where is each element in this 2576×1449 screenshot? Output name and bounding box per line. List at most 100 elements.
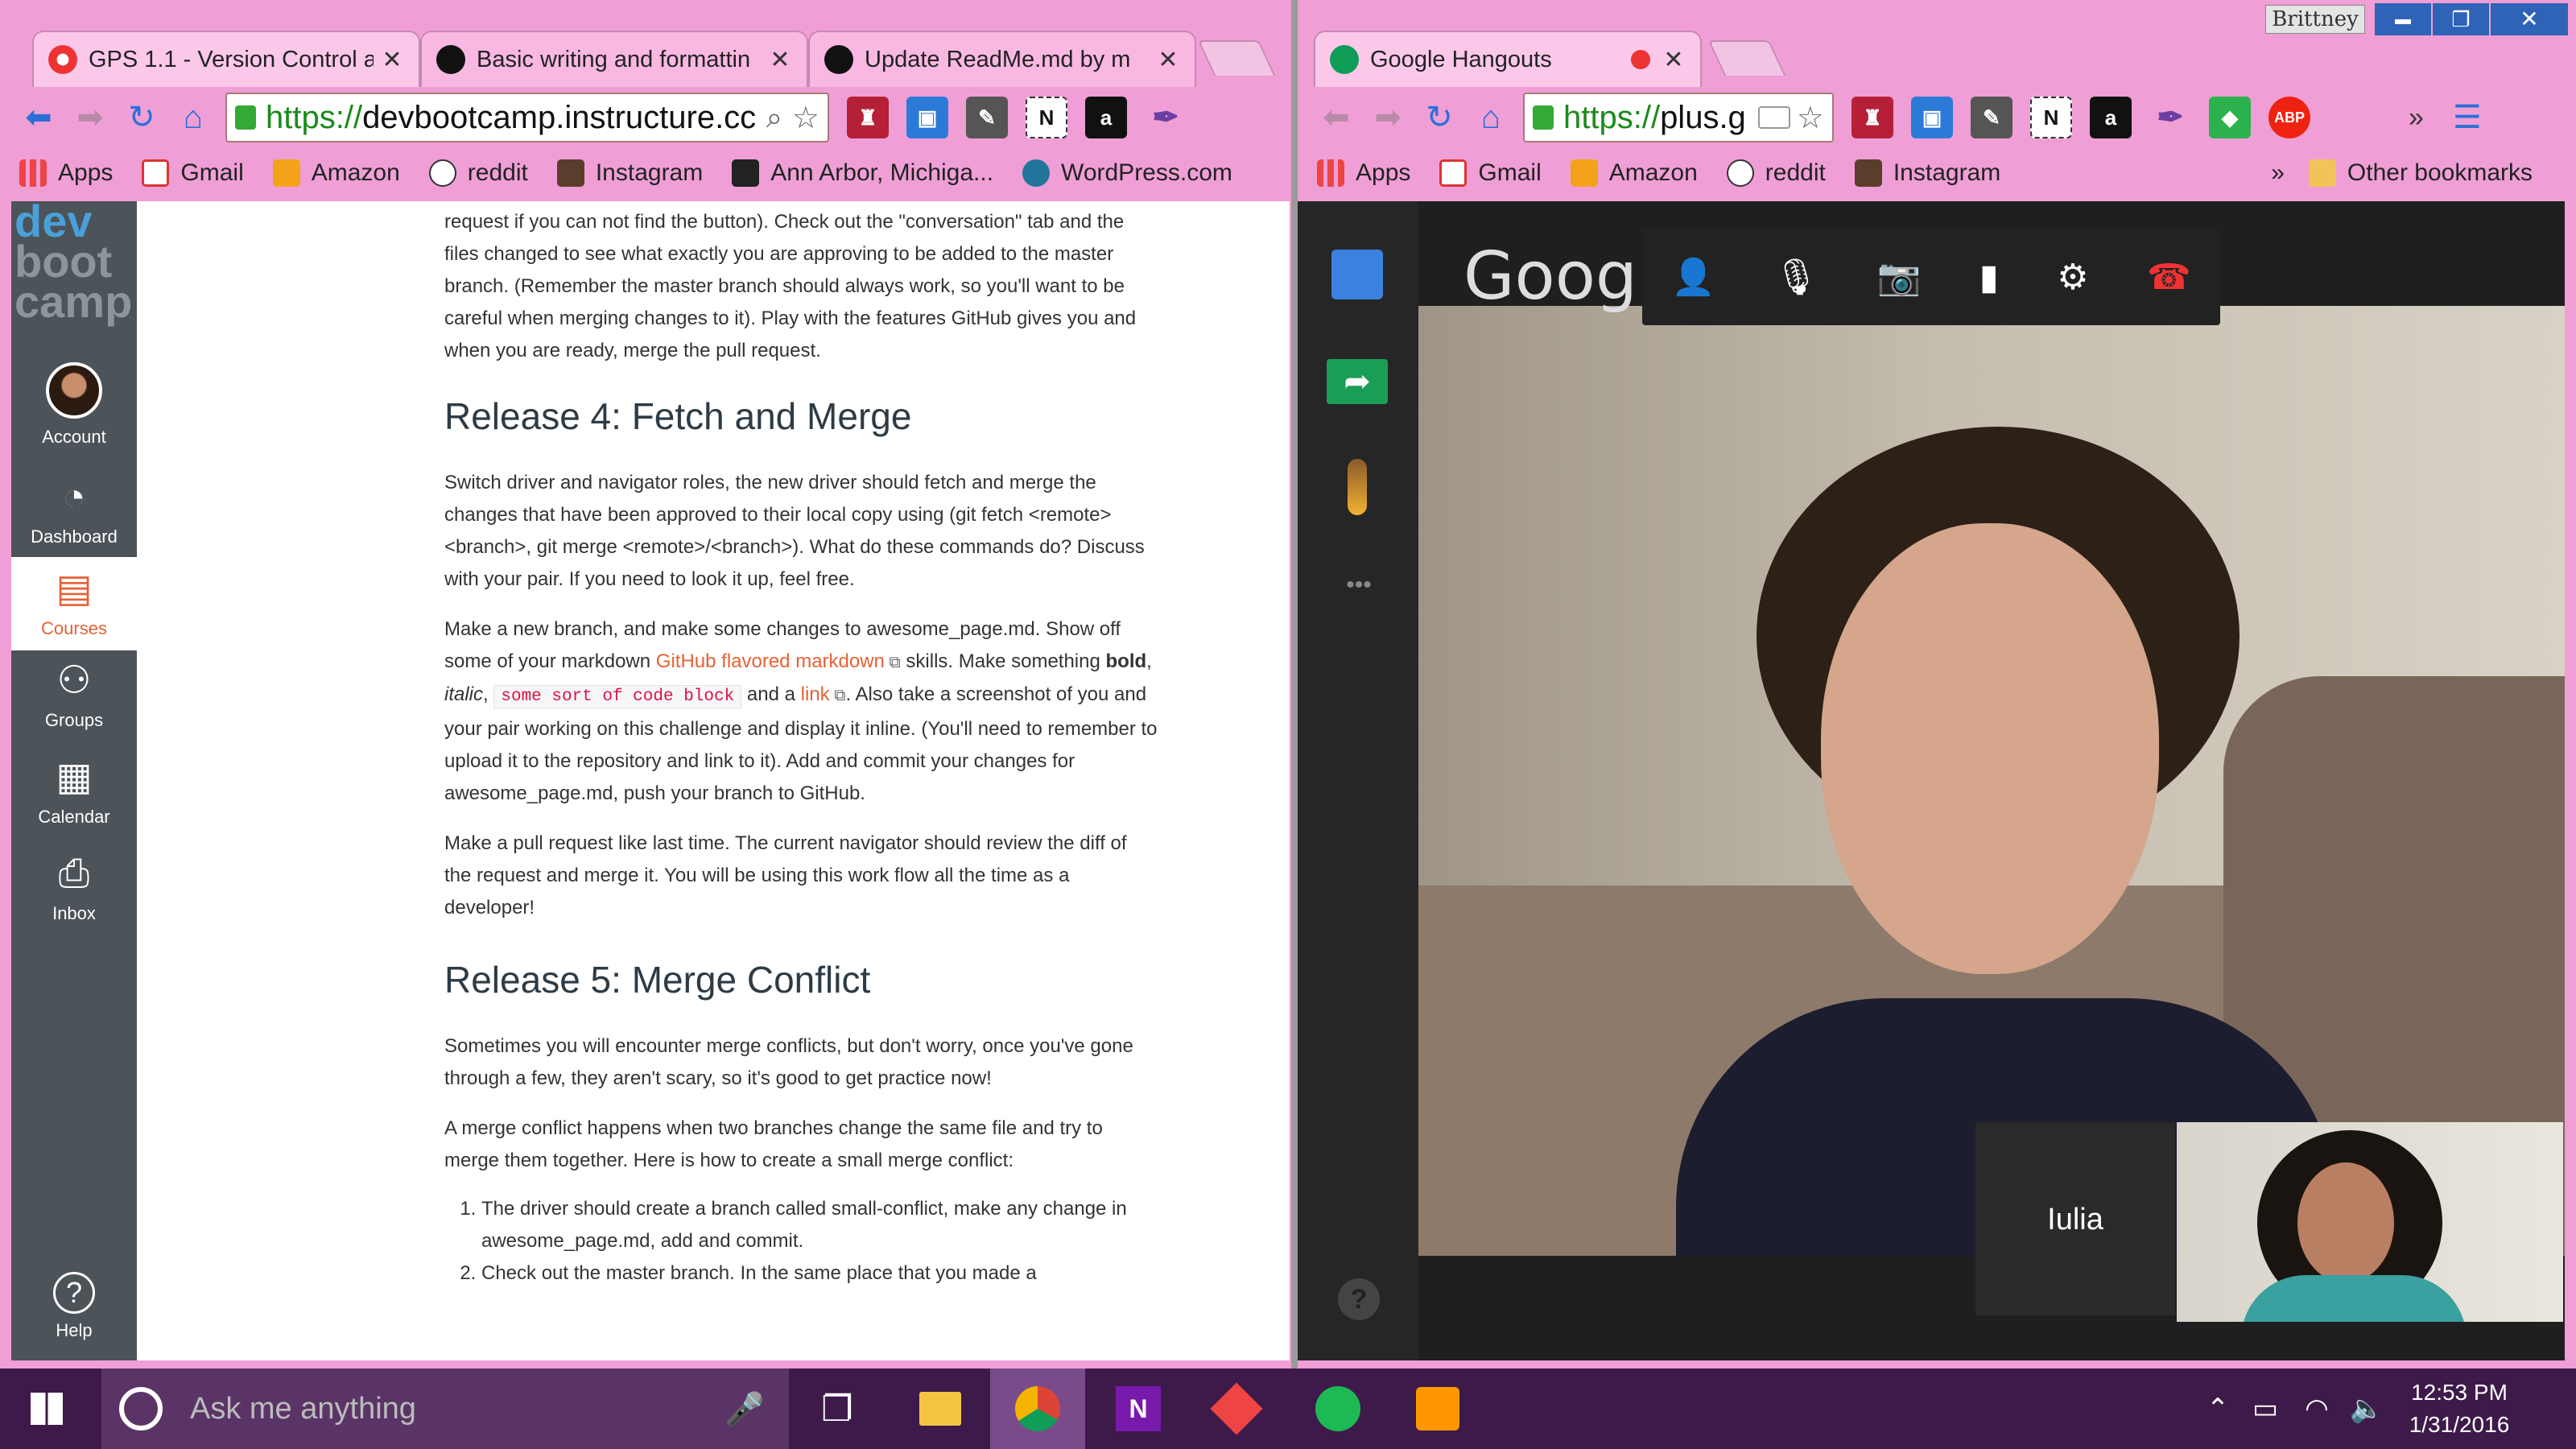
reload-icon[interactable]: ↻ [1420, 98, 1459, 137]
star-icon[interactable]: ☆ [792, 100, 819, 136]
home-icon[interactable]: ⌂ [174, 98, 213, 137]
windows-taskbar: Ask me anything 🎤 ❐ N ⌃ ▭ ◠ 🔈 12:53 PM 1… [0, 1368, 2576, 1449]
instagram-icon [1854, 159, 1882, 187]
home-icon[interactable]: ⌂ [1472, 98, 1510, 137]
task-view-icon[interactable]: ❐ [808, 1368, 866, 1449]
camera-indicator-icon[interactable] [1757, 106, 1790, 129]
spotify-icon[interactable] [1306, 1368, 1370, 1449]
amazon-ext-icon[interactable]: a [1085, 97, 1127, 138]
bookmark-wordpress[interactable]: WordPress.com [1022, 159, 1232, 187]
onenote-ext-icon[interactable]: N [2030, 97, 2072, 138]
back-icon[interactable]: ⬅ [19, 98, 58, 137]
new-tab-button[interactable] [1197, 40, 1276, 76]
devbootcamp-logo[interactable]: dev boot camp [11, 199, 137, 324]
close-tab-icon[interactable]: ✕ [380, 46, 404, 74]
mute-microphone-icon[interactable]: 🎙 [1773, 256, 1818, 298]
search-icon[interactable]: ⌕ [766, 101, 782, 135]
chat-icon[interactable] [1331, 250, 1383, 299]
address-bar[interactable]: https:// devbootcamp.instructure.cc ⌕ ☆ [225, 93, 829, 142]
bookmarks-overflow[interactable]: » [2271, 159, 2285, 187]
chrome-menu-icon[interactable]: ☰ [2453, 99, 2482, 136]
bookmark-apps[interactable]: Apps [1317, 159, 1410, 187]
bookmark-gmail[interactable]: Gmail [142, 159, 244, 187]
bookmark-instagram[interactable]: Instagram [556, 159, 703, 187]
bookmark-other[interactable]: Other bookmarks [2308, 159, 2533, 187]
nav-help[interactable]: ? Help [11, 1272, 137, 1341]
new-tab-button[interactable] [1707, 40, 1786, 76]
bookmark-amazon[interactable]: Amazon [272, 159, 400, 187]
bookmark-amazon[interactable]: Amazon [1570, 159, 1698, 187]
nav-groups[interactable]: ⚇ Groups [11, 658, 137, 731]
feedly-ext-icon[interactable]: ◆ [2209, 97, 2251, 138]
bookmark-apps[interactable]: Apps [19, 159, 113, 187]
participant-tile[interactable]: Iulia [1975, 1122, 2175, 1315]
close-tab-icon[interactable]: ✕ [1156, 46, 1180, 74]
screenshare-icon[interactable]: ➦ [1327, 359, 1388, 404]
nav-calendar[interactable]: ▦ Calendar [11, 755, 137, 828]
invite-people-icon[interactable]: 👤 [1671, 256, 1715, 298]
calendar-icon: ▦ [56, 756, 93, 799]
show-hidden-icons[interactable]: ⌃ [2198, 1368, 2238, 1449]
reddit-icon [1726, 159, 1754, 187]
amazon-icon [272, 159, 300, 187]
window-ext-icon[interactable]: ▣ [906, 97, 948, 138]
call-controls: 👤 🎙 📷 ▮ ⚙ ☎ [1642, 229, 2220, 325]
close-tab-icon[interactable]: ✕ [768, 46, 792, 74]
bookmark-reddit[interactable]: reddit [428, 159, 528, 187]
bookmark-reddit[interactable]: reddit [1726, 159, 1826, 187]
sublime-text-icon[interactable] [1406, 1368, 1470, 1449]
forward-icon[interactable]: ➡ [1368, 98, 1407, 137]
more-apps-icon[interactable]: ••• [1327, 572, 1391, 599]
nav-account[interactable]: Account [11, 362, 137, 448]
tab-basic-writing[interactable]: Basic writing and formattin ✕ [420, 31, 808, 87]
link-link[interactable]: link [801, 683, 830, 705]
end-call-icon[interactable]: ☎ [2147, 257, 2191, 298]
tab-google-hangouts[interactable]: Google Hangouts ✕ [1314, 31, 1702, 87]
tab-update-readme[interactable]: Update ReadMe.md by m ✕ [808, 31, 1196, 87]
evernote-ext-icon[interactable]: ✎ [1971, 97, 2013, 138]
star-icon[interactable]: ☆ [1797, 100, 1824, 136]
nav-courses[interactable]: ▤ Courses [11, 557, 137, 650]
nav-inbox[interactable]: ⎙ Inbox [11, 852, 137, 924]
tab-gps-version-control[interactable]: GPS 1.1 - Version Control a ✕ [32, 31, 420, 87]
volume-icon[interactable]: 🔈 [2344, 1368, 2389, 1449]
cortana-search[interactable]: Ask me anything 🎤 [101, 1368, 789, 1449]
apps-grid-icon [19, 159, 47, 187]
effects-icon[interactable] [1348, 459, 1367, 515]
bookmark-ann-arbor[interactable]: Ann Arbor, Michiga... [732, 159, 993, 187]
back-icon[interactable]: ⬅ [1317, 98, 1356, 137]
adblock-ext-icon[interactable]: ABP [2268, 97, 2310, 138]
eyedropper-ext-icon[interactable]: ✒ [1145, 97, 1187, 138]
nav-dashboard[interactable]: ◔ Dashboard [11, 475, 137, 547]
self-view[interactable] [2177, 1122, 2563, 1322]
amazon-ext-icon[interactable]: a [2090, 97, 2132, 138]
pocket-ext-icon[interactable]: ♜ [1852, 97, 1893, 138]
settings-gear-icon[interactable]: ⚙ [2057, 257, 2088, 298]
tab-title: Update ReadMe.md by m [865, 46, 1131, 72]
bookmark-gmail[interactable]: Gmail [1439, 159, 1542, 187]
chrome-taskbar-icon[interactable] [990, 1368, 1085, 1449]
window-ext-icon[interactable]: ▣ [1911, 97, 1953, 138]
onenote-ext-icon[interactable]: N [1026, 97, 1067, 138]
file-explorer-icon[interactable] [911, 1368, 969, 1449]
git-app-icon[interactable] [1204, 1368, 1269, 1449]
address-bar[interactable]: https:// plus.g ☆ [1523, 93, 1834, 142]
battery-icon[interactable]: ▭ [2243, 1368, 2288, 1449]
bandwidth-icon[interactable]: ▮ [1979, 257, 1999, 298]
wifi-icon[interactable]: ◠ [2294, 1368, 2339, 1449]
close-tab-icon[interactable]: ✕ [1662, 46, 1686, 74]
microphone-icon[interactable]: 🎤 [724, 1390, 765, 1428]
evernote-ext-icon[interactable]: ✎ [966, 97, 1008, 138]
forward-icon[interactable]: ➡ [71, 98, 109, 137]
bookmark-instagram[interactable]: Instagram [1854, 159, 2000, 187]
turn-off-camera-icon[interactable]: 📷 [1877, 256, 1922, 298]
onenote-taskbar-icon[interactable]: N [1106, 1368, 1170, 1449]
help-icon[interactable]: ? [1338, 1278, 1380, 1320]
reload-icon[interactable]: ↻ [122, 98, 161, 137]
clock[interactable]: 12:53 PM 1/31/2016 [2399, 1368, 2520, 1449]
github-flavored-markdown-link[interactable]: GitHub flavored markdown [656, 650, 885, 672]
extensions-overflow-icon[interactable]: » [2409, 102, 2424, 134]
start-button[interactable] [0, 1368, 93, 1449]
pocket-ext-icon[interactable]: ♜ [847, 97, 889, 138]
eyedropper-ext-icon[interactable]: ✒ [2149, 97, 2191, 138]
